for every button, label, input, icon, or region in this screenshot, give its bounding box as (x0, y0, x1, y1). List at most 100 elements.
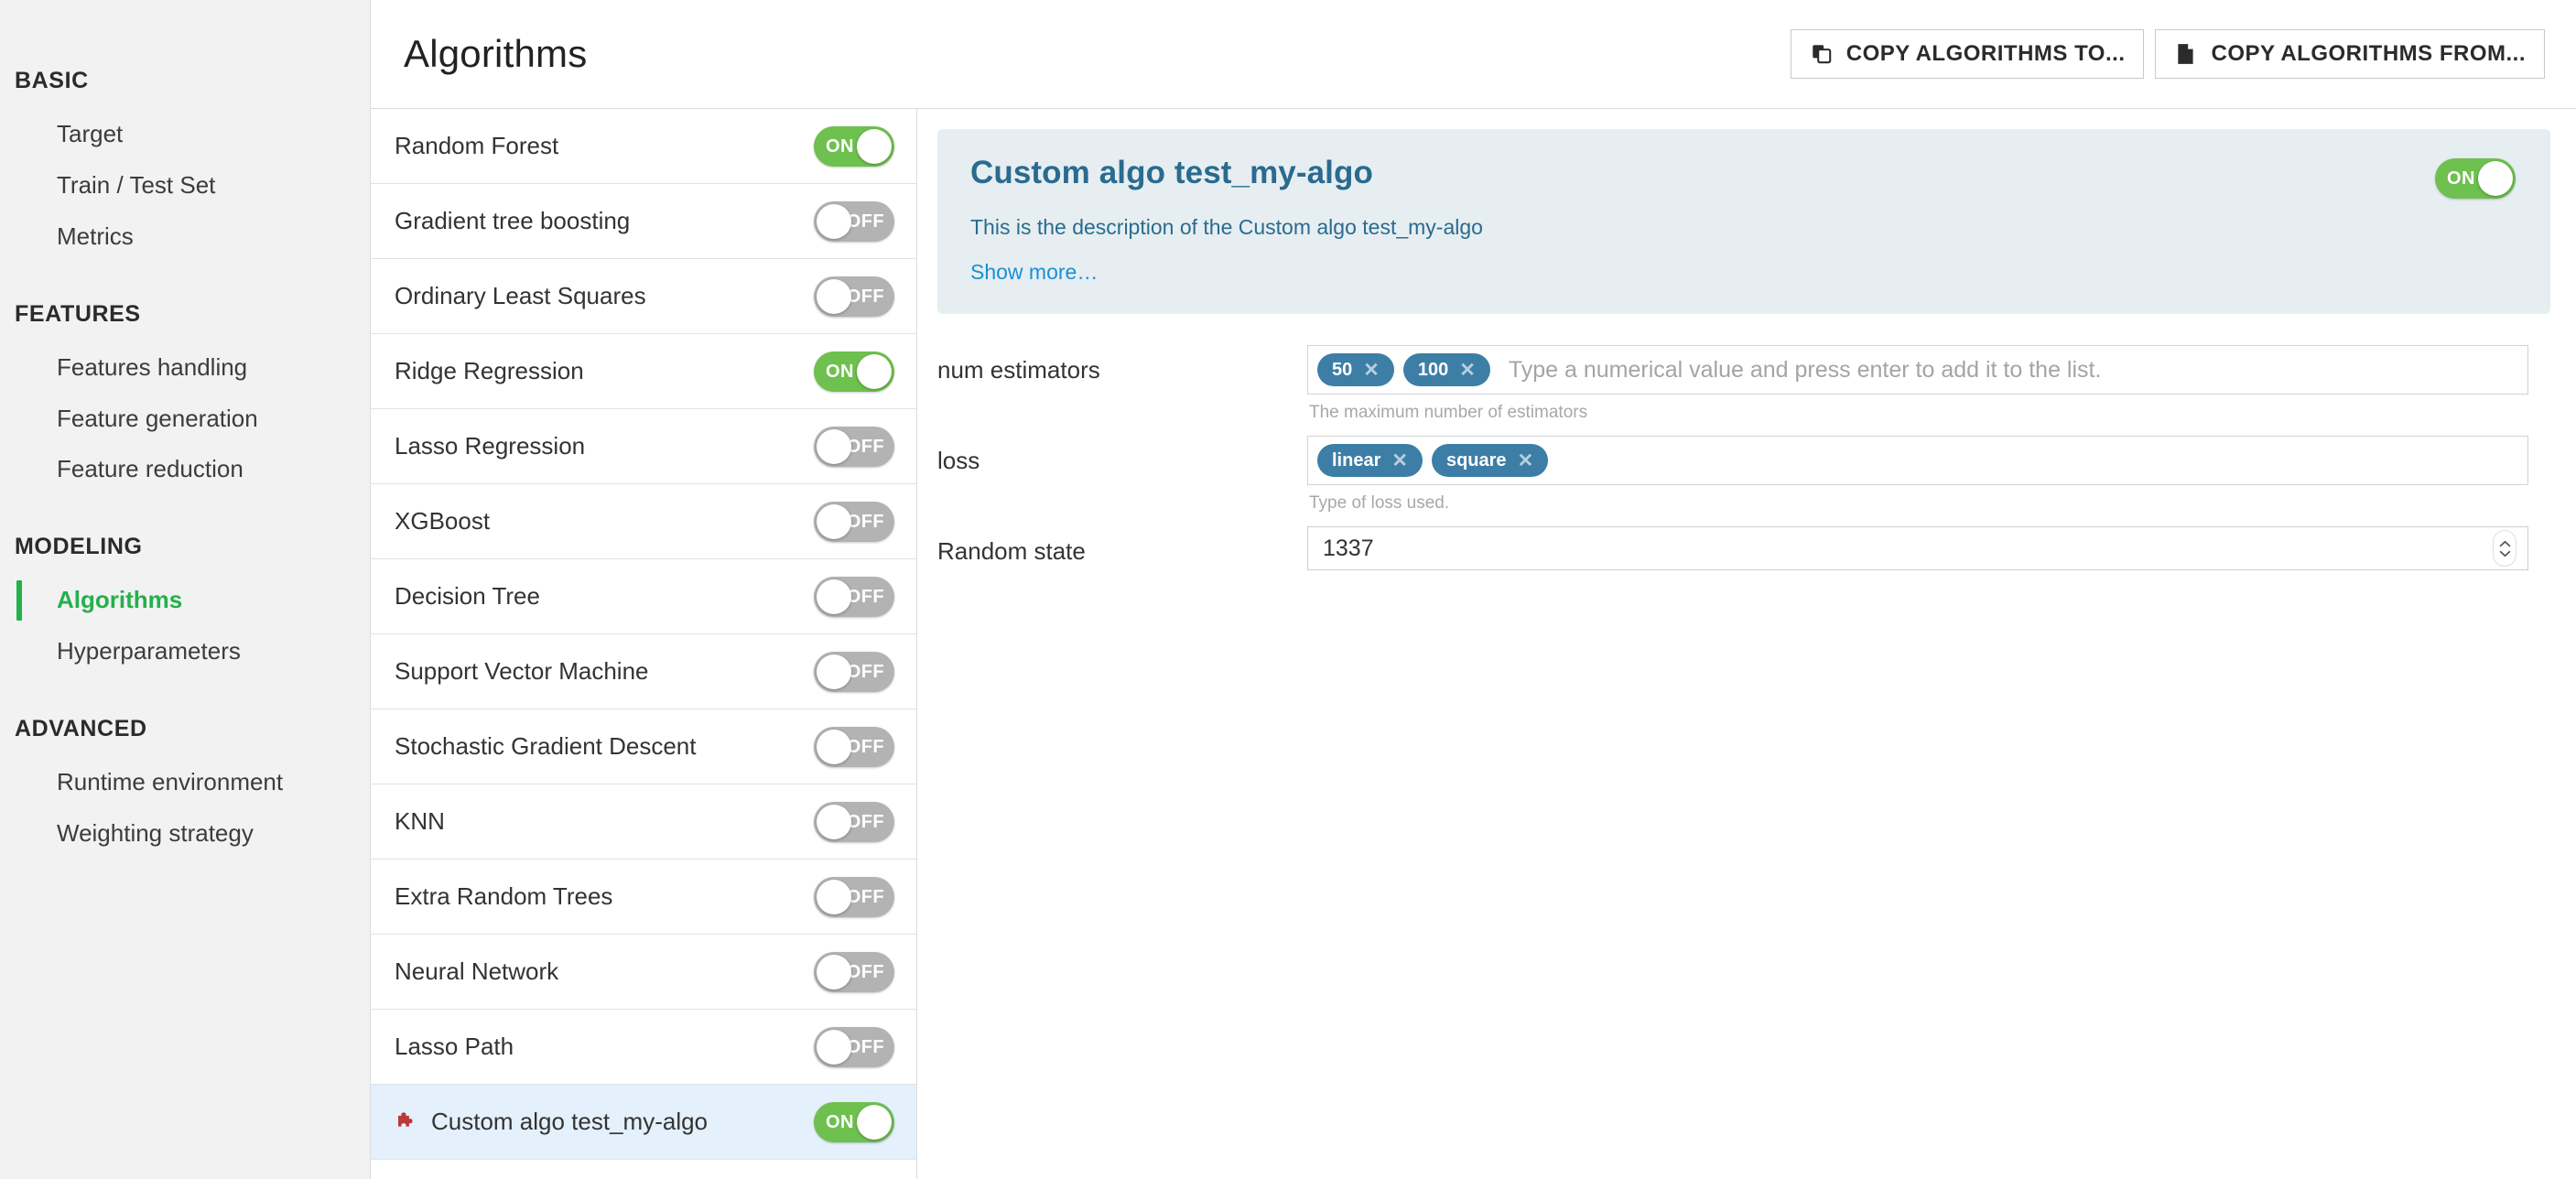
tag-chip-label: 100 (1417, 359, 1449, 380)
chevron-down-icon[interactable] (2499, 550, 2511, 557)
algorithm-label: Gradient tree boosting (395, 207, 631, 234)
tag-input-loss[interactable]: linear ✕ square ✕ (1307, 436, 2528, 485)
tag-chip[interactable]: 50 ✕ (1317, 353, 1394, 386)
sidebar-item-weighting-strategy[interactable]: Weighting strategy (0, 808, 370, 860)
tag-remove-icon[interactable]: ✕ (1459, 361, 1476, 380)
toggle-knob (817, 654, 851, 689)
copy-algorithms-from-label: COPY ALGORITHMS FROM... (2211, 41, 2526, 66)
algorithm-toggle-random-forest[interactable]: ON (814, 125, 894, 167)
algorithm-row-stochastic-gradient-descent[interactable]: Stochastic Gradient Descent OFF (371, 709, 916, 784)
detail-toggle-switch[interactable]: ON (2435, 158, 2516, 199)
algorithm-row-ridge-regression[interactable]: Ridge Regression ON (371, 334, 916, 409)
sidebar-item-hyperparameters[interactable]: Hyperparameters (0, 626, 370, 677)
algorithm-row-lasso-path[interactable]: Lasso Path OFF (371, 1010, 916, 1085)
tag-remove-icon[interactable]: ✕ (1363, 361, 1380, 380)
tag-remove-icon[interactable]: ✕ (1518, 451, 1534, 471)
toggle-state-label: OFF (846, 286, 884, 307)
algorithm-name: Gradient tree boosting (395, 207, 814, 235)
tag-remove-icon[interactable]: ✕ (1391, 451, 1408, 471)
top-bar: Algorithms COPY ALGORITHMS TO... COPY AL… (371, 0, 2576, 109)
algorithm-label: Decision Tree (395, 582, 540, 610)
content-split: Random Forest ON Gradient tree boosting OFF… (371, 109, 2576, 1179)
field-random-state: Random state 1337 (937, 526, 2550, 570)
number-input-random-state[interactable]: 1337 (1307, 526, 2528, 570)
algorithm-row-knn[interactable]: KNN OFF (371, 784, 916, 860)
toggle-state-label: ON (2447, 168, 2475, 189)
toggle-state-label: OFF (846, 811, 884, 832)
algorithm-label: Custom algo test_my-algo (431, 1108, 709, 1135)
algorithm-row-gradient-tree-boosting[interactable]: Gradient tree boosting OFF (371, 184, 916, 259)
show-more-link[interactable]: Show more… (970, 260, 2519, 285)
algorithm-toggle-gradient-tree-boosting[interactable]: OFF (814, 200, 894, 242)
algorithm-toggle-lasso-path[interactable]: OFF (814, 1026, 894, 1067)
toggle-state-label: OFF (846, 586, 884, 607)
algorithm-row-xgboost[interactable]: XGBoost OFF (371, 484, 916, 559)
algorithm-row-decision-tree[interactable]: Decision Tree OFF (371, 559, 916, 634)
toggle-knob (817, 729, 851, 764)
algorithm-toggle-decision-tree[interactable]: OFF (814, 576, 894, 617)
sidebar-item-target[interactable]: Target (0, 109, 370, 160)
sidebar-section-advanced: ADVANCED (15, 716, 147, 742)
copy-algorithms-from-button[interactable]: COPY ALGORITHMS FROM... (2155, 29, 2545, 79)
copy-from-icon (2174, 42, 2198, 66)
algorithm-toggle-ridge-regression[interactable]: ON (814, 351, 894, 392)
toggle-state-label: ON (826, 1111, 854, 1132)
algorithm-toggle-extra-random-trees[interactable]: OFF (814, 876, 894, 917)
sidebar-item-metrics[interactable]: Metrics (0, 211, 370, 263)
algorithm-toggle-knn[interactable]: OFF (814, 801, 894, 842)
tag-input-num-estimators[interactable]: 50 ✕ 100 ✕ Type a numerical value and press … (1307, 345, 2528, 395)
algorithm-name: Ridge Regression (395, 357, 814, 385)
sidebar-item-feature-reduction[interactable]: Feature reduction (0, 444, 370, 495)
toggle-knob (817, 954, 851, 990)
algorithm-toggle-lasso-regression[interactable]: OFF (814, 426, 894, 467)
algorithm-row-neural-network[interactable]: Neural Network OFF (371, 935, 916, 1010)
field-label: Random state (937, 537, 1086, 565)
algorithm-name: Lasso Regression (395, 432, 814, 460)
sidebar-item-label: Algorithms (57, 586, 183, 614)
copy-algorithms-to-button[interactable]: COPY ALGORITHMS TO... (1790, 29, 2145, 79)
algorithm-name: Neural Network (395, 957, 814, 986)
toggle-knob (817, 503, 851, 539)
chevron-up-icon[interactable] (2499, 540, 2511, 547)
sidebar-item-label: Weighting strategy (57, 819, 254, 848)
tag-input-placeholder: Type a numerical value and press enter t… (1508, 356, 2102, 383)
tag-chip[interactable]: linear ✕ (1317, 444, 1423, 477)
algorithm-row-custom-algo-test-my-algo[interactable]: Custom algo test_my-algo ON (371, 1085, 916, 1160)
algorithm-row-random-forest[interactable]: Random Forest ON (371, 109, 916, 184)
algorithm-toggle-custom-algo-test-my-algo[interactable]: ON (814, 1101, 894, 1142)
algorithm-label: Extra Random Trees (395, 882, 613, 910)
algorithm-name: Decision Tree (395, 582, 814, 611)
tag-chip[interactable]: square ✕ (1431, 444, 1549, 477)
algorithm-row-lasso-regression[interactable]: Lasso Regression OFF (371, 409, 916, 484)
toggle-knob (857, 128, 892, 164)
algorithm-name: Ordinary Least Squares (395, 282, 814, 310)
sidebar-item-label: Features handling (57, 352, 248, 381)
algorithm-toggle-stochastic-gradient-descent[interactable]: OFF (814, 726, 894, 767)
sidebar-item-train-test-set[interactable]: Train / Test Set (0, 160, 370, 211)
toggle-knob (817, 579, 851, 614)
algorithm-row-extra-random-trees[interactable]: Extra Random Trees OFF (371, 860, 916, 935)
toggle-state-label: OFF (846, 511, 884, 532)
sidebar-item-features-handling[interactable]: Features handling (0, 342, 370, 394)
toggle-knob (817, 428, 851, 464)
algorithm-label: KNN (395, 807, 445, 835)
algorithm-row-ordinary-least-squares[interactable]: Ordinary Least Squares OFF (371, 259, 916, 334)
algorithm-list: Random Forest ON Gradient tree boosting OFF… (371, 109, 917, 1179)
algorithm-label: Neural Network (395, 957, 559, 985)
algorithm-toggle-neural-network[interactable]: OFF (814, 951, 894, 992)
algorithm-toggle-support-vector-machine[interactable]: OFF (814, 651, 894, 692)
number-stepper[interactable] (2493, 530, 2516, 567)
algorithm-toggle-ordinary-least-squares[interactable]: OFF (814, 276, 894, 317)
algorithm-row-support-vector-machine[interactable]: Support Vector Machine OFF (371, 634, 916, 709)
tag-chip[interactable]: 100 ✕ (1402, 353, 1490, 386)
parameter-fields: num estimators 50 ✕ 100 ✕ Type a numerical va… (937, 314, 2550, 570)
toggle-state-label: ON (826, 135, 854, 157)
algorithm-label: Support Vector Machine (395, 657, 649, 685)
sidebar-item-algorithms[interactable]: Algorithms (0, 575, 370, 626)
sidebar-item-runtime-environment[interactable]: Runtime environment (0, 757, 370, 808)
field-label: num estimators (937, 356, 1100, 384)
sidebar-item-feature-generation[interactable]: Feature generation (0, 394, 370, 445)
algorithm-name: KNN (395, 807, 814, 836)
detail-enable-toggle[interactable]: ON (2435, 158, 2516, 199)
algorithm-toggle-xgboost[interactable]: OFF (814, 501, 894, 542)
